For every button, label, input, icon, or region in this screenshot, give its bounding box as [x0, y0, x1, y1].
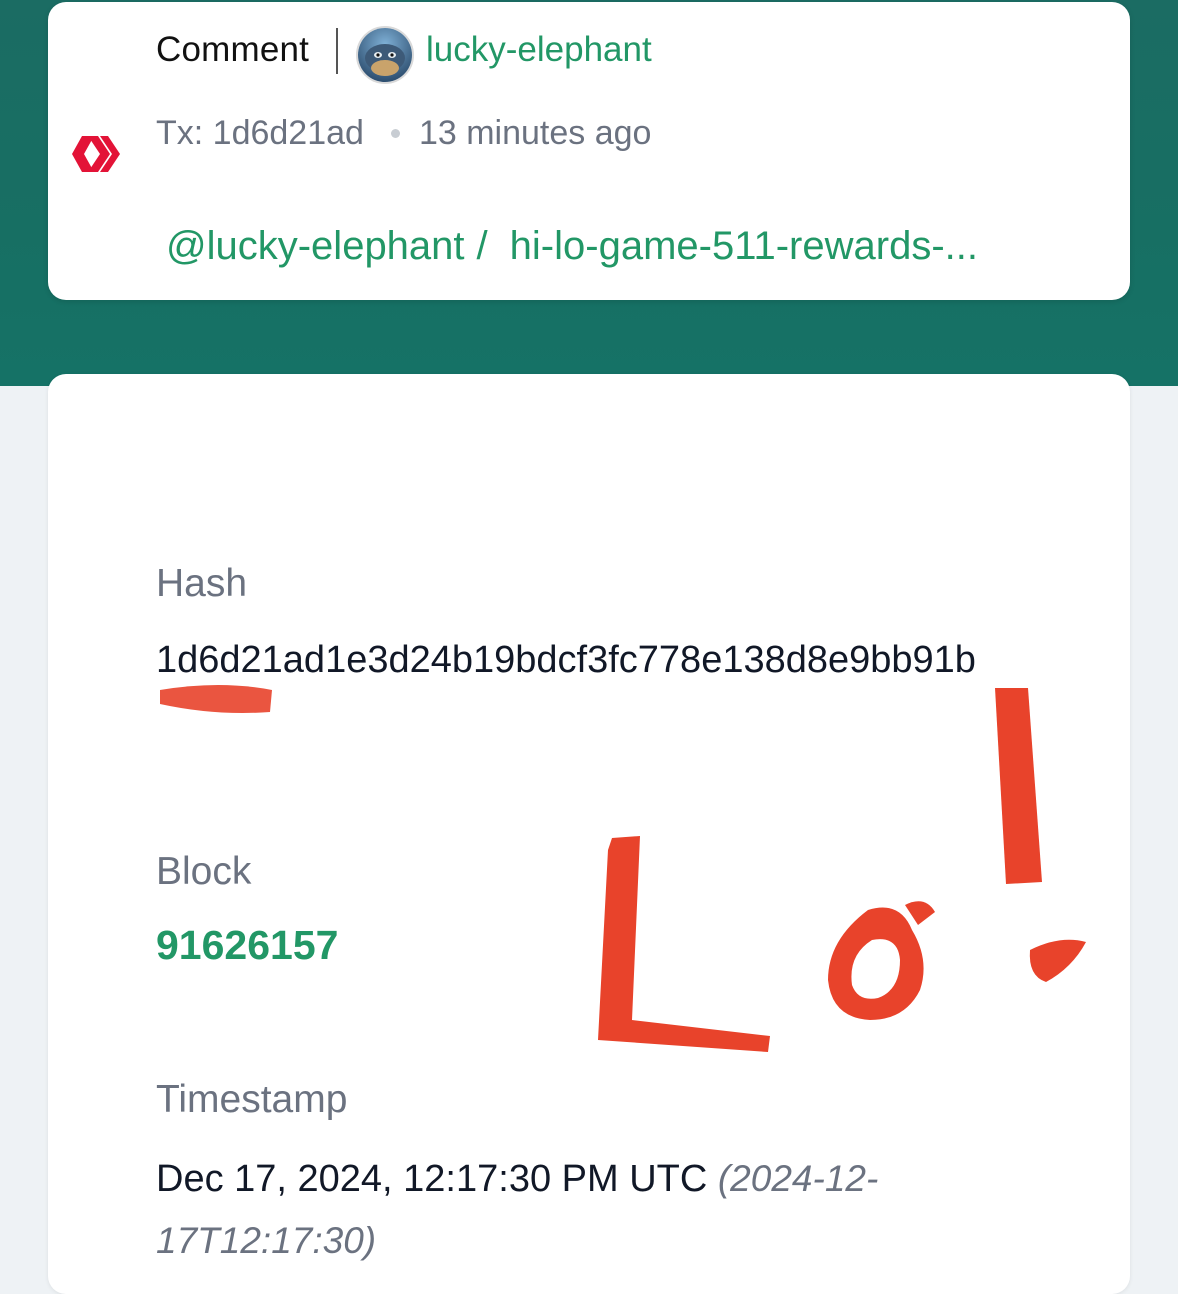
- author-link[interactable]: lucky-elephant: [426, 30, 652, 70]
- tx-info: Tx: 1d6d21ad 13 minutes ago: [156, 114, 651, 153]
- operation-type: Comment: [156, 30, 310, 69]
- operation-card: Comment lucky-elephant Tx: 1d6d21ad 13 m…: [48, 2, 1130, 300]
- transaction-details-card: Hash 1d6d21ad1e3d24b19bdcf3fc778e138d8e9…: [48, 374, 1130, 1294]
- block-link[interactable]: 91626157: [156, 922, 338, 969]
- separator-dot: [390, 129, 400, 138]
- time-ago: 13 minutes ago: [418, 114, 652, 152]
- permlink-link[interactable]: @lucky-elephant / hi-lo-game-511-rewards-.…: [166, 224, 1108, 269]
- hash-label: Hash: [156, 562, 248, 605]
- timestamp-value: Dec 17, 2024, 12:17:30 PM UTC (2024-12-1…: [156, 1148, 1016, 1272]
- permlink-separator: /: [476, 224, 488, 268]
- block-label: Block: [156, 850, 252, 893]
- divider: [336, 28, 338, 74]
- tx-id[interactable]: Tx: 1d6d21ad: [156, 114, 364, 153]
- hive-logo-icon: [72, 136, 120, 172]
- permlink-author[interactable]: @lucky-elephant: [166, 224, 465, 268]
- avatar[interactable]: [356, 26, 414, 84]
- timestamp-label: Timestamp: [156, 1078, 348, 1121]
- permlink-slug[interactable]: hi-lo-game-511-rewards-...: [510, 224, 978, 268]
- timestamp-utc: Dec 17, 2024, 12:17:30 PM UTC: [156, 1158, 708, 1200]
- hash-value: 1d6d21ad1e3d24b19bdcf3fc778e138d8e9bb91b: [156, 639, 976, 681]
